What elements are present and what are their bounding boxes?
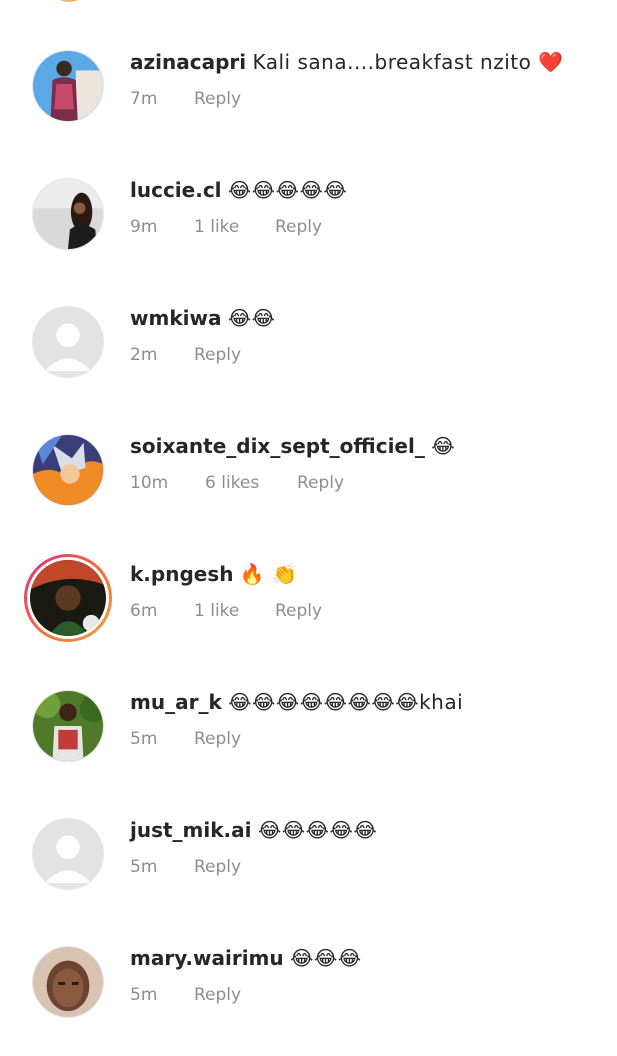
comment-text: 🔥 👏 bbox=[239, 562, 298, 586]
comment-meta: 7m Reply bbox=[130, 88, 241, 110]
comment-item: soixante_dix_sept_officiel_ 😂 10m 6 likes… bbox=[0, 434, 617, 544]
comment-body: just_mik.ai 😂😂😂😂😂 bbox=[130, 818, 597, 842]
comment-likes[interactable]: 1 like bbox=[194, 600, 275, 622]
comment-body: wmkiwa 😂😂 bbox=[130, 306, 597, 330]
comment-item: luccie.cl 😂😂😂😂😂 9m 1 like Reply bbox=[0, 178, 617, 288]
avatar-image bbox=[33, 947, 103, 1017]
comment-time: 5m bbox=[130, 857, 158, 877]
comment-likes[interactable]: 6 likes bbox=[205, 472, 297, 494]
comment-time: 6m bbox=[130, 601, 158, 621]
comment-meta: 9m 1 like Reply bbox=[130, 216, 322, 238]
avatar[interactable] bbox=[32, 306, 104, 378]
reply-button[interactable]: Reply bbox=[275, 600, 322, 622]
comment-body: azinacapri Kali sana....breakfast nzito … bbox=[130, 50, 597, 74]
comment-username[interactable]: mu_ar_k bbox=[130, 690, 222, 714]
comment-item: wmkiwa 😂😂 2m Reply bbox=[0, 306, 617, 416]
comment-username[interactable]: k.pngesh bbox=[130, 562, 233, 586]
avatar-photo[interactable] bbox=[32, 178, 104, 250]
comment-text: 😂😂😂 bbox=[289, 946, 362, 970]
default-person-icon bbox=[33, 819, 103, 889]
reply-button[interactable]: Reply bbox=[194, 728, 241, 750]
comment-time: 7m bbox=[130, 89, 158, 109]
comment-username[interactable]: wmkiwa bbox=[130, 306, 221, 330]
comment-body: mary.wairimu 😂😂😂 bbox=[130, 946, 597, 970]
avatar-photo[interactable] bbox=[32, 818, 104, 890]
reply-button[interactable]: Reply bbox=[194, 344, 241, 366]
avatar[interactable] bbox=[32, 434, 104, 506]
reply-button[interactable]: Reply bbox=[194, 984, 241, 1006]
comment-meta: 6m 1 like Reply bbox=[130, 600, 322, 622]
avatar-photo[interactable] bbox=[32, 434, 104, 506]
comment-likes[interactable]: 1 like bbox=[194, 216, 275, 238]
comment-meta: 10m 6 likes Reply bbox=[130, 472, 344, 494]
comment-item: azinacapri Kali sana....breakfast nzito … bbox=[0, 50, 617, 160]
comment-time: 5m bbox=[130, 729, 158, 749]
avatar-photo[interactable] bbox=[32, 690, 104, 762]
avatar[interactable] bbox=[32, 50, 104, 122]
comment-item: mary.wairimu 😂😂😂 5m Reply bbox=[0, 946, 617, 1056]
comment-meta: 5m Reply bbox=[130, 856, 241, 878]
comment-meta: 5m Reply bbox=[130, 728, 241, 750]
avatar[interactable] bbox=[32, 178, 104, 250]
comment-username[interactable]: luccie.cl bbox=[130, 178, 222, 202]
comment-text: 😂😂😂😂😂 bbox=[257, 818, 378, 842]
comment-time: 10m bbox=[130, 473, 169, 493]
comment-username[interactable]: mary.wairimu bbox=[130, 946, 284, 970]
avatar[interactable] bbox=[32, 818, 104, 890]
comment-text: Kali sana....breakfast nzito ❤️ bbox=[252, 50, 564, 74]
comment-item: k.pngesh 🔥 👏 6m 1 like Reply bbox=[0, 554, 617, 672]
comment-body: luccie.cl 😂😂😂😂😂 bbox=[130, 178, 597, 202]
story-ring[interactable] bbox=[24, 554, 112, 642]
comment-username[interactable]: azinacapri bbox=[130, 50, 246, 74]
comment-body: mu_ar_k 😂😂😂😂😂😂😂😂khai bbox=[130, 690, 597, 714]
avatar-photo[interactable] bbox=[32, 946, 104, 1018]
default-person-icon bbox=[33, 307, 103, 377]
comment-text: 😂😂😂😂😂 bbox=[227, 178, 348, 202]
avatar-photo[interactable] bbox=[32, 50, 104, 122]
avatar-image bbox=[33, 435, 103, 505]
avatar-image bbox=[33, 51, 103, 121]
comment-body: soixante_dix_sept_officiel_ 😂 bbox=[130, 434, 597, 458]
avatar-image bbox=[33, 179, 103, 249]
comment-text: 😂😂😂😂😂😂😂😂khai bbox=[228, 690, 464, 714]
avatar[interactable] bbox=[24, 554, 112, 642]
reply-button[interactable]: Reply bbox=[275, 216, 322, 238]
avatar[interactable] bbox=[32, 946, 104, 1018]
reply-button[interactable]: Reply bbox=[194, 88, 241, 110]
avatar-image bbox=[33, 691, 103, 761]
comment-time: 5m bbox=[130, 985, 158, 1005]
avatar-partial[interactable] bbox=[47, 0, 91, 2]
comment-username[interactable]: soixante_dix_sept_officiel_ bbox=[130, 434, 425, 458]
comment-time: 9m bbox=[130, 217, 158, 237]
reply-button[interactable]: Reply bbox=[297, 472, 344, 494]
reply-button[interactable]: Reply bbox=[194, 856, 241, 878]
avatar-image bbox=[30, 560, 106, 636]
comment-item: mu_ar_k 😂😂😂😂😂😂😂😂khai 5m Reply bbox=[0, 690, 617, 800]
comment-text: 😂😂 bbox=[227, 306, 276, 330]
comment-text: 😂 bbox=[431, 434, 456, 458]
avatar[interactable] bbox=[32, 690, 104, 762]
comment-username[interactable]: just_mik.ai bbox=[130, 818, 252, 842]
comment-meta: 2m Reply bbox=[130, 344, 241, 366]
avatar-photo[interactable] bbox=[32, 306, 104, 378]
comment-body: k.pngesh 🔥 👏 bbox=[130, 562, 597, 586]
comment-meta: 5m Reply bbox=[130, 984, 241, 1006]
comment-time: 2m bbox=[130, 345, 158, 365]
comment-item: just_mik.ai 😂😂😂😂😂 5m Reply bbox=[0, 818, 617, 928]
